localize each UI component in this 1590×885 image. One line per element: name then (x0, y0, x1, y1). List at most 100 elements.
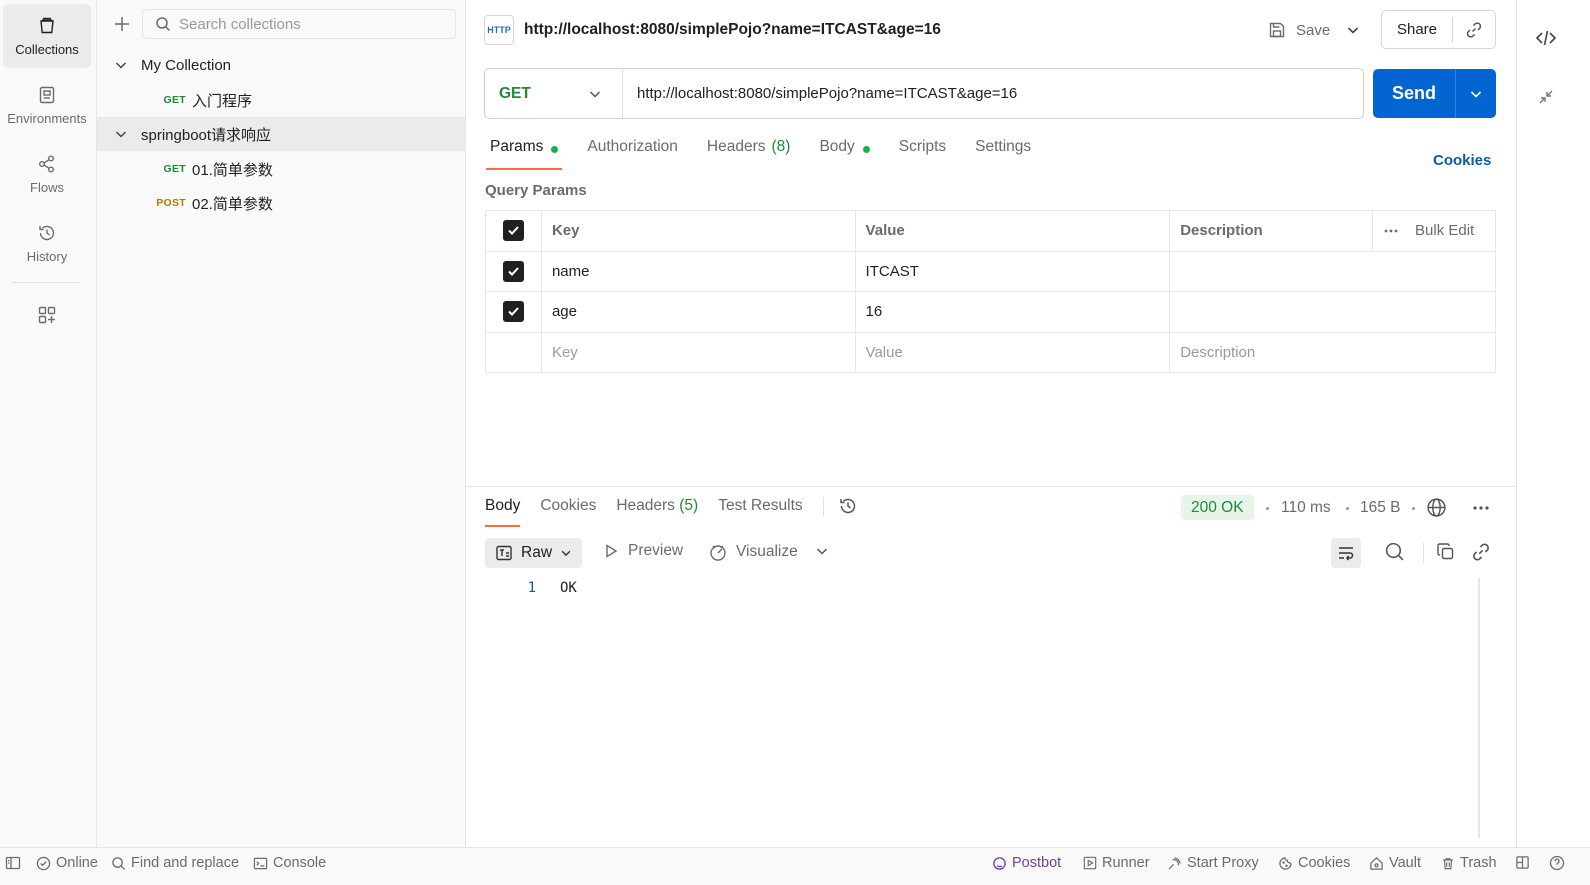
code-snippet-icon[interactable] (1535, 27, 1557, 49)
tab-headers[interactable]: Headers (8) (707, 138, 791, 170)
bulk-edit-button[interactable]: Bulk Edit (1415, 222, 1474, 239)
visualize-label: Visualize (736, 543, 798, 560)
new-key-input[interactable]: Key (540, 331, 856, 373)
param-description-cell[interactable] (1169, 291, 1496, 333)
trash-button[interactable]: Trash (1441, 855, 1497, 871)
rail-item-history[interactable]: History (3, 211, 91, 275)
runner-button[interactable]: Runner (1083, 855, 1150, 871)
rail-item-environments[interactable]: Environments (3, 73, 91, 137)
right-rail (1516, 0, 1590, 847)
start-proxy-button[interactable]: Start Proxy (1167, 855, 1259, 871)
new-value-input[interactable]: Value (854, 331, 1171, 373)
more-options-icon[interactable] (1471, 498, 1491, 518)
environments-icon (37, 85, 57, 105)
format-select[interactable]: Raw (485, 538, 582, 568)
send-group: Send (1373, 69, 1496, 118)
search-collections-input[interactable] (179, 15, 439, 33)
response-scrollbar[interactable] (1478, 578, 1480, 838)
cookies-button[interactable]: Cookies (1278, 855, 1350, 871)
url-input[interactable] (623, 69, 1363, 118)
console-button[interactable]: Console (253, 855, 326, 871)
status-badge[interactable]: 200 OK (1181, 495, 1254, 520)
new-description-input[interactable]: Description (1169, 331, 1496, 373)
online-label: Online (56, 855, 98, 871)
tab-label: Headers (706, 138, 766, 155)
row-checkbox[interactable] (502, 260, 524, 282)
toggle-sidebar-button[interactable] (5, 855, 26, 871)
new-collection-button[interactable] (109, 11, 135, 37)
history-icon (37, 223, 57, 243)
chevron-down-icon[interactable] (815, 544, 829, 558)
row-checkbox[interactable] (502, 301, 524, 323)
preview-button[interactable]: Preview (604, 542, 683, 560)
visualize-button[interactable]: Visualize (708, 542, 798, 562)
start-proxy-label: Start Proxy (1187, 855, 1259, 871)
copy-icon[interactable] (1436, 542, 1456, 562)
tab-body[interactable]: Body (819, 138, 870, 170)
rail-label-collections: Collections (15, 41, 79, 57)
postbot-button[interactable]: Postbot (992, 855, 1061, 871)
find-replace-button[interactable]: Find and replace (111, 855, 239, 871)
tree-item-springboot-folder[interactable]: springboot请求响应 (97, 117, 465, 151)
cookies-link[interactable]: Cookies (1433, 152, 1491, 169)
tree-item-my-collection[interactable]: My Collection (97, 48, 465, 82)
globe-icon[interactable] (1426, 497, 1447, 518)
save-options-button[interactable] (1342, 20, 1364, 40)
search-icon[interactable] (1384, 541, 1405, 562)
method-value: GET (499, 84, 531, 102)
wrap-lines-button[interactable] (1331, 538, 1361, 568)
tree-item-request[interactable]: GET 入门程序 (97, 83, 465, 117)
resp-tab-test-results[interactable]: Test Results (718, 497, 802, 527)
tree-item-request[interactable]: GET 01.简单参数 (97, 152, 465, 186)
response-size[interactable]: 165 B (1360, 499, 1401, 517)
search-collections-box[interactable] (142, 9, 456, 39)
play-icon (604, 544, 618, 558)
tree-item-request[interactable]: POST 02.简单参数 (97, 186, 465, 220)
resp-tab-cookies[interactable]: Cookies (540, 497, 596, 527)
param-description-cell[interactable] (1169, 250, 1496, 292)
param-key-cell[interactable]: name (540, 250, 856, 292)
collapse-icon[interactable] (1537, 88, 1555, 106)
link-icon[interactable] (1471, 542, 1491, 562)
tab-settings[interactable]: Settings (975, 138, 1031, 170)
resp-tab-headers[interactable]: Headers (5) (616, 497, 698, 527)
headers-count: (8) (771, 138, 791, 155)
chevron-down-icon (1469, 87, 1483, 101)
tab-params[interactable]: Params (485, 138, 563, 170)
param-value-cell[interactable]: 16 (854, 291, 1171, 333)
tab-authorization[interactable]: Authorization (587, 138, 677, 170)
line-text[interactable]: OK (560, 580, 577, 596)
tab-label: Scripts (898, 138, 947, 155)
send-options-button[interactable] (1456, 69, 1496, 118)
tree-label: My Collection (141, 56, 232, 74)
request-tabs: Params Authorization Headers (8) Body Sc… (485, 138, 1060, 170)
save-button[interactable]: Save (1268, 16, 1330, 44)
rail-item-collections[interactable]: Collections (3, 4, 91, 68)
vault-button[interactable]: Vault (1369, 855, 1421, 871)
col-value-header: Value (854, 210, 1171, 252)
share-button[interactable]: Share (1382, 16, 1453, 43)
send-button[interactable]: Send (1373, 69, 1456, 118)
method-select[interactable]: GET (485, 69, 623, 118)
online-status[interactable]: Online (36, 855, 98, 871)
rail-item-configure-workbench[interactable] (3, 286, 91, 350)
sidebar-toggle-icon (5, 855, 21, 871)
response-history-icon[interactable] (838, 496, 858, 516)
select-all-checkbox[interactable] (502, 220, 524, 242)
tab-label: Body (819, 138, 855, 155)
param-key-cell[interactable]: age (540, 291, 856, 333)
copy-link-button[interactable] (1453, 17, 1495, 43)
param-value-cell[interactable]: ITCAST (854, 250, 1171, 292)
help-button[interactable] (1549, 855, 1570, 871)
layout-button[interactable] (1515, 855, 1535, 870)
response-time[interactable]: 110 ms (1281, 499, 1331, 517)
rail-item-flows[interactable]: Flows (3, 142, 91, 206)
chevron-down-icon (560, 547, 572, 559)
request-title[interactable]: http://localhost:8080/simplePojo?name=IT… (524, 21, 941, 39)
more-options-icon[interactable] (1383, 228, 1399, 234)
pane-divider[interactable] (466, 486, 1516, 487)
table-header-row: Key Value Description Bulk Edit (485, 210, 1496, 252)
tab-scripts[interactable]: Scripts (899, 138, 946, 170)
resp-tab-body[interactable]: Body (485, 497, 521, 527)
chevron-down-icon (588, 87, 602, 101)
